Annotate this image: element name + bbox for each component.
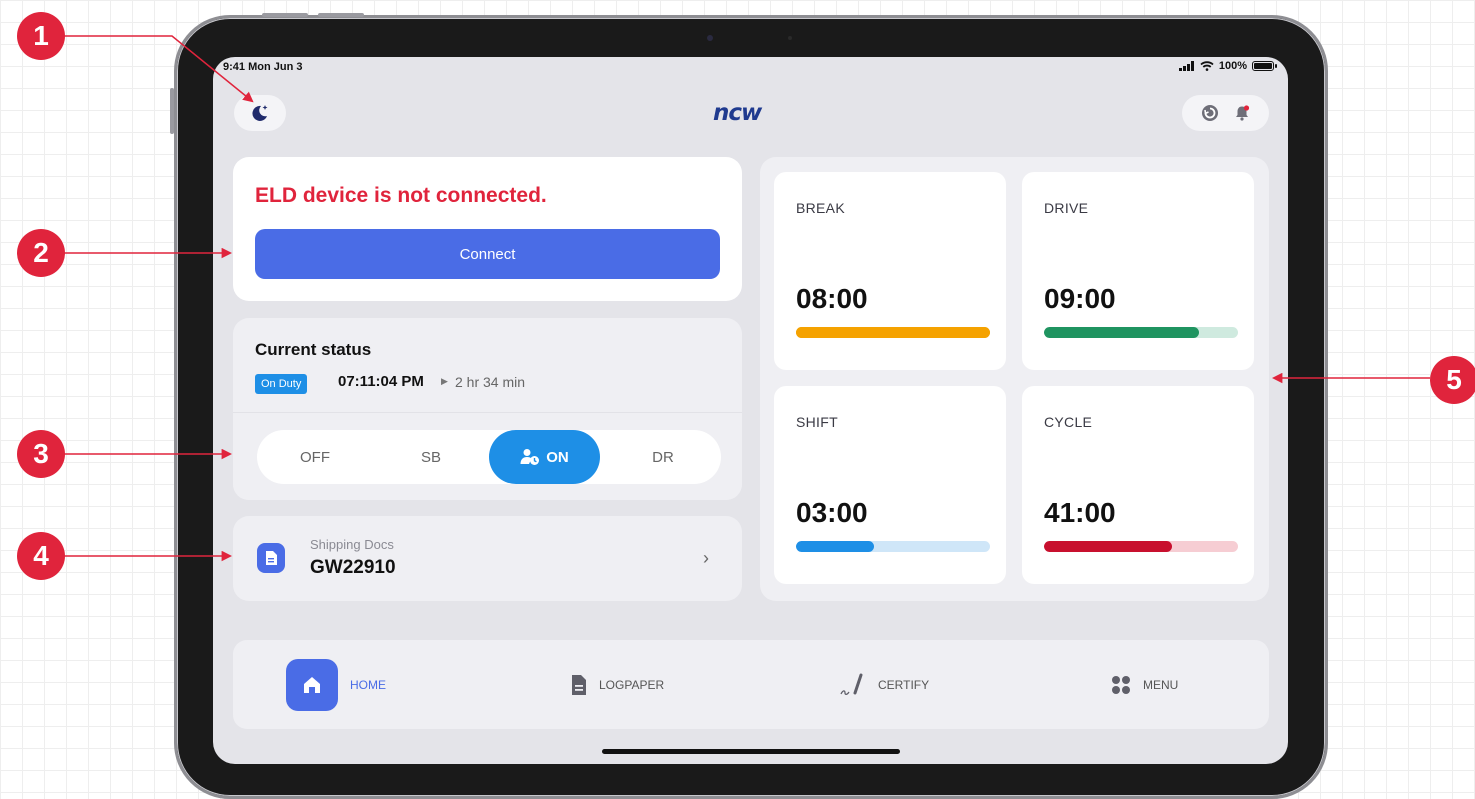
signature-pen-icon xyxy=(840,673,863,695)
shipping-docs-number: GW22910 xyxy=(310,557,396,578)
timer-card-shift: SHIFT 03:00 xyxy=(774,386,1006,584)
duty-status-selector: OFF SB ON DR xyxy=(257,430,721,484)
document-icon xyxy=(257,543,285,573)
play-arrow-icon: ▶ xyxy=(441,376,448,386)
front-camera xyxy=(707,35,713,41)
timer-label: DRIVE xyxy=(1044,200,1089,216)
volume-button xyxy=(318,13,364,17)
duty-option-dr[interactable]: DR xyxy=(605,430,721,484)
timer-progress-bar xyxy=(1044,541,1238,552)
bell-icon[interactable] xyxy=(1233,104,1251,122)
timer-progress-bar xyxy=(796,327,990,338)
shipping-docs-label: Shipping Docs xyxy=(310,537,394,552)
timer-progress-fill xyxy=(1044,327,1200,338)
timer-value: 03:00 xyxy=(796,497,868,528)
app-logo: ncw xyxy=(713,100,762,126)
current-status-title: Current status xyxy=(255,340,372,359)
tab-home[interactable]: HOME xyxy=(286,640,386,729)
tab-home-label: HOME xyxy=(350,677,386,692)
timer-value: 08:00 xyxy=(796,283,868,314)
status-start-time: 07:11:04 PM xyxy=(338,373,424,390)
cellular-signal-icon xyxy=(1178,61,1194,71)
wifi-icon xyxy=(1200,61,1214,71)
callout-badge-2: 2 xyxy=(17,229,65,277)
battery-icon xyxy=(1252,61,1277,71)
callout-badge-1: 1 xyxy=(17,12,65,60)
volume-button xyxy=(262,13,308,17)
timer-value: 09:00 xyxy=(1044,283,1116,314)
timer-progress-bar xyxy=(1044,327,1238,338)
eld-connection-card: ELD device is not connected. Connect xyxy=(233,157,742,301)
timer-label: CYCLE xyxy=(1044,414,1093,430)
timer-progress-bar xyxy=(796,541,990,552)
status-time: 9:41 Mon Jun 3 xyxy=(223,61,303,73)
person-clock-icon xyxy=(520,449,540,465)
timer-label: BREAK xyxy=(796,200,845,216)
status-duration: 2 hr 34 min xyxy=(455,374,526,390)
timer-card-break: BREAK 08:00 xyxy=(774,172,1006,370)
callout-badge-4: 4 xyxy=(17,532,65,580)
chevron-right-icon: › xyxy=(703,548,709,568)
power-button xyxy=(170,88,174,134)
battery-percent: 100% xyxy=(1218,60,1247,72)
callout-badge-3: 3 xyxy=(17,430,65,478)
timer-value: 41:00 xyxy=(1044,497,1116,528)
timer-progress-fill xyxy=(796,541,874,552)
timer-progress-fill xyxy=(1044,541,1173,552)
moon-stars-icon xyxy=(252,105,268,121)
status-badge: On Duty xyxy=(255,374,308,394)
shipping-docs-card[interactable]: Shipping Docs GW22910 › xyxy=(233,516,742,601)
eld-warning-text: ELD device is not connected. xyxy=(255,184,547,207)
timer-progress-fill xyxy=(796,327,990,338)
bottom-tab-bar: HOME LOGPAPER CERTIFY MENU xyxy=(233,640,1269,729)
duty-option-on[interactable]: ON xyxy=(489,430,600,484)
timer-label: SHIFT xyxy=(796,414,838,430)
night-mode-button[interactable] xyxy=(234,95,286,131)
hos-timers-panel: BREAK 08:00 DRIVE 09:00 SHIFT 03:00 CYCLE 41:00 xyxy=(760,157,1269,601)
tab-menu[interactable]: MENU xyxy=(1111,640,1178,729)
timer-card-drive: DRIVE 09:00 xyxy=(1022,172,1254,370)
status-icons: 100% xyxy=(1178,60,1277,72)
tab-certify[interactable]: CERTIFY xyxy=(840,640,929,729)
sensor xyxy=(788,36,792,40)
connect-button[interactable]: Connect xyxy=(255,229,720,279)
tab-logpaper[interactable]: LOGPAPER xyxy=(571,640,664,729)
grid-menu-icon xyxy=(1112,675,1130,694)
timer-card-cycle: CYCLE 41:00 xyxy=(1022,386,1254,584)
duty-option-sb[interactable]: SB xyxy=(373,430,489,484)
tab-certify-label: CERTIFY xyxy=(878,677,930,692)
tab-menu-label: MENU xyxy=(1143,677,1179,692)
document-icon xyxy=(572,674,586,695)
sync-icon[interactable] xyxy=(1201,104,1219,122)
home-indicator xyxy=(602,749,900,754)
header-actions xyxy=(1182,95,1269,131)
home-icon xyxy=(286,658,338,711)
tab-logpaper-label: LOGPAPER xyxy=(599,677,665,692)
callout-badge-5: 5 xyxy=(1430,356,1475,404)
app-screen: 9:41 Mon Jun 3 100% ncw ELD device is no… xyxy=(213,57,1288,764)
duty-option-on-label: ON xyxy=(546,448,569,466)
duty-option-off[interactable]: OFF xyxy=(257,430,373,484)
duty-selector-panel: OFF SB ON DR xyxy=(233,412,742,500)
